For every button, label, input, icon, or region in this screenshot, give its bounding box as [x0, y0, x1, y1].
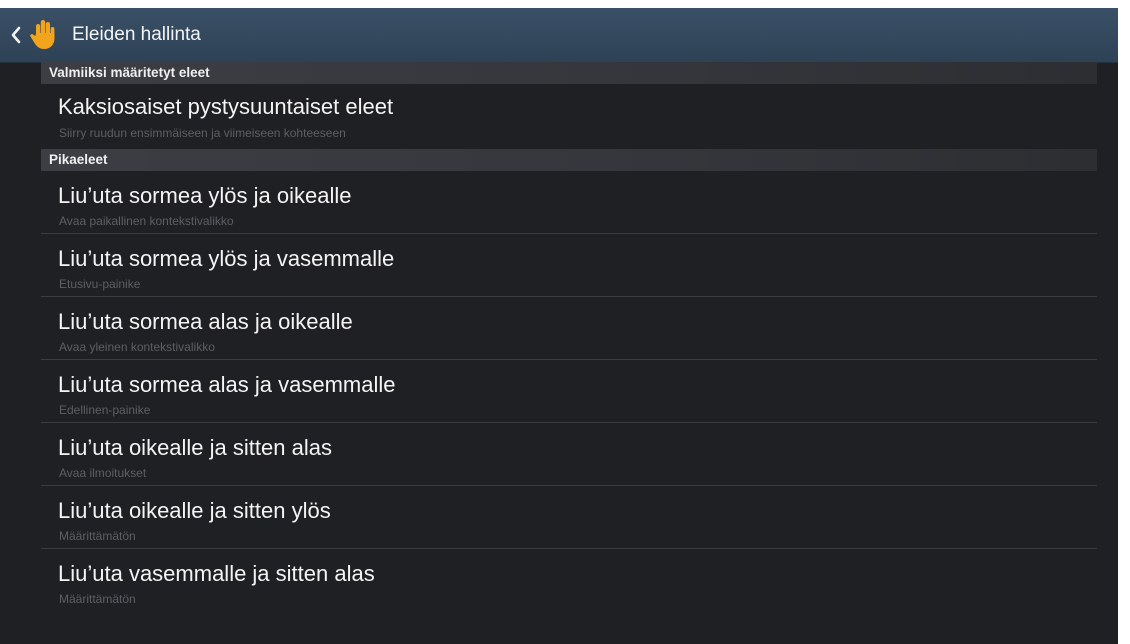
settings-screen: Eleiden hallinta Valmiiksi määritetyt el… [0, 8, 1118, 644]
list-item-title: Liu’uta sormea alas ja vasemmalle [58, 372, 396, 397]
list-item[interactable]: Liu’uta sormea ylös ja vasemmalle Etusiv… [41, 234, 1097, 297]
list-item-subtitle: Määrittämätön [59, 529, 136, 543]
list-item-subtitle: Avaa paikallinen kontekstivalikko [59, 214, 234, 228]
list-item[interactable]: Liu’uta sormea alas ja oikealle Avaa yle… [41, 297, 1097, 360]
list-item[interactable]: Kaksiosaiset pystysuuntaiset eleet Siirr… [41, 84, 1097, 149]
section-header-predefined: Valmiiksi määritetyt eleet [41, 62, 1097, 84]
list-item-subtitle: Edellinen-painike [59, 403, 151, 417]
list-item[interactable]: Liu’uta oikealle ja sitten alas Avaa ilm… [41, 423, 1097, 486]
gesture-list: Valmiiksi määritetyt eleet Kaksiosaiset … [41, 62, 1097, 611]
list-item[interactable]: Liu’uta sormea ylös ja oikealle Avaa pai… [41, 171, 1097, 234]
list-item-title: Liu’uta sormea ylös ja vasemmalle [58, 246, 395, 271]
list-item-title: Liu’uta oikealle ja sitten ylös [58, 498, 331, 523]
list-item-subtitle: Siirry ruudun ensimmäiseen ja viimeiseen… [59, 126, 346, 140]
list-item-subtitle: Etusivu-painike [59, 277, 141, 291]
list-item-subtitle: Määrittämätön [59, 592, 136, 606]
action-bar: Eleiden hallinta [0, 8, 1118, 63]
list-item-title: Liu’uta sormea ylös ja oikealle [58, 183, 352, 208]
back-button[interactable] [0, 8, 64, 62]
list-item[interactable]: Liu’uta oikealle ja sitten ylös Määrittä… [41, 486, 1097, 549]
chevron-left-icon [10, 26, 22, 44]
section-header-shortcuts: Pikaeleet [41, 149, 1097, 171]
list-item-title: Liu’uta sormea alas ja oikealle [58, 309, 353, 334]
list-item[interactable]: Liu’uta vasemmalle ja sitten alas Määrit… [41, 549, 1097, 611]
page-title: Eleiden hallinta [72, 24, 201, 45]
list-item-subtitle: Avaa ilmoitukset [59, 466, 147, 480]
list-item-title: Liu’uta oikealle ja sitten alas [58, 435, 332, 460]
list-item-title: Liu’uta vasemmalle ja sitten alas [58, 561, 375, 586]
list-item-title: Kaksiosaiset pystysuuntaiset eleet [58, 94, 394, 119]
list-item-subtitle: Avaa yleinen kontekstivalikko [59, 340, 215, 354]
list-item[interactable]: Liu’uta sormea alas ja vasemmalle Edelli… [41, 360, 1097, 423]
hand-icon [28, 18, 58, 52]
